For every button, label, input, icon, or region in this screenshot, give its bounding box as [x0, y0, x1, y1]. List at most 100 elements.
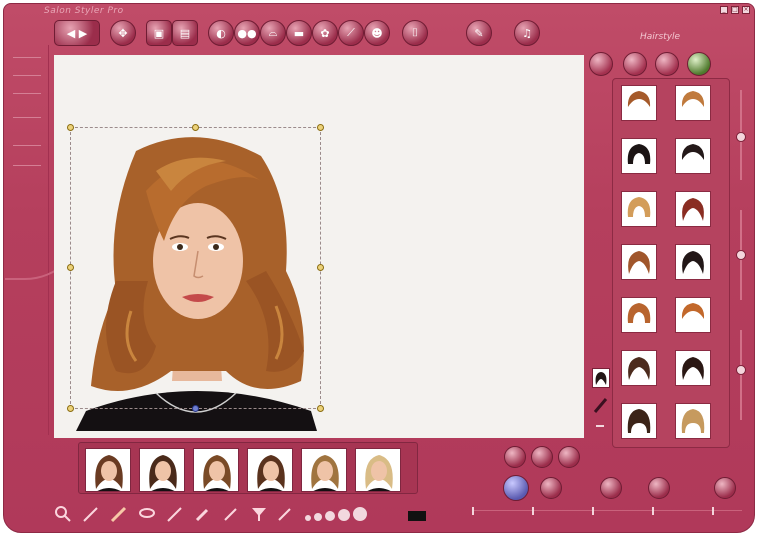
history-thumbnail[interactable]	[355, 448, 401, 492]
hair-style-category-button[interactable]	[623, 52, 647, 76]
hair-brush-icon[interactable]	[192, 503, 214, 525]
close-button[interactable]: ×	[742, 6, 750, 14]
ruler-tick	[592, 507, 594, 515]
history-thumbnail[interactable]	[85, 448, 131, 492]
mini-hair-icon	[595, 372, 607, 385]
ruler-tick	[472, 507, 474, 515]
slider-knob[interactable]	[736, 132, 746, 142]
hairstyle-thumbnail[interactable]	[621, 403, 657, 439]
lasso-icon[interactable]	[136, 503, 158, 525]
rail-divider	[13, 93, 41, 94]
resize-handle[interactable]	[317, 405, 324, 412]
resize-handle[interactable]	[67, 264, 74, 271]
rotate-handle[interactable]	[192, 405, 199, 412]
comb-icon[interactable]	[164, 503, 186, 525]
hair-swatch-icon	[628, 251, 650, 274]
hair-swatch-icon	[627, 303, 651, 323]
pen-icon[interactable]	[80, 503, 102, 525]
cosmetics-button[interactable]: ⌷	[402, 20, 428, 46]
face-category-button[interactable]: ☻	[364, 20, 390, 46]
resize-handle[interactable]	[67, 124, 74, 131]
hair-category-button[interactable]: ◐	[208, 20, 234, 46]
hair-swatch-icon	[681, 91, 705, 107]
hairstyle-thumbnail[interactable]	[621, 138, 657, 174]
hat-category-button[interactable]: ⌓	[260, 20, 286, 46]
brush-category-button[interactable]: ⟋	[338, 20, 364, 46]
palette-icon: ✿	[320, 26, 330, 40]
bottom-toolbar	[52, 503, 426, 529]
rail-divider	[13, 165, 41, 166]
pencil-tool-button[interactable]: ✎	[466, 20, 492, 46]
check-button[interactable]	[504, 446, 526, 468]
hairstyle-thumbnail[interactable]	[621, 350, 657, 386]
wand-icon[interactable]	[274, 503, 296, 525]
refresh-button[interactable]	[558, 446, 580, 468]
portrait-mini-icon	[311, 455, 339, 491]
rotate-tool-button[interactable]	[503, 475, 529, 501]
hat-icon: ⌓	[268, 26, 278, 39]
resize-handle[interactable]	[317, 124, 324, 131]
makeup-category-button[interactable]: ▬	[286, 20, 312, 46]
music-button[interactable]: ♫	[514, 20, 540, 46]
resize-handle[interactable]	[317, 264, 324, 271]
funnel-icon[interactable]	[248, 503, 270, 525]
zoom-sliders	[736, 80, 746, 500]
history-thumbnail[interactable]	[193, 448, 239, 492]
hair-swatch-icon	[682, 198, 704, 221]
history-thumbnail[interactable]	[139, 448, 185, 492]
hairstyle-thumbnail[interactable]	[675, 85, 711, 121]
sunglasses-icon: ●●	[237, 26, 257, 40]
hairstyle-thumbnail[interactable]	[675, 191, 711, 227]
hairstyle-thumbnail[interactable]	[621, 85, 657, 121]
lips-category-button[interactable]	[589, 52, 613, 76]
hairstyle-thumbnail[interactable]	[621, 244, 657, 280]
image-tool-button[interactable]: ▣	[146, 20, 172, 46]
hair-swatch-icon	[681, 144, 705, 160]
hairstyle-grid	[621, 85, 711, 439]
color-swatch[interactable]	[408, 511, 426, 521]
minimize-button[interactable]: _	[720, 6, 728, 14]
app-window: Salon Styler Pro _ □ × Hairstyle ◀ ▶ ✥ ▣…	[0, 0, 758, 536]
hair-swatch-icon	[682, 357, 704, 380]
hairstyle-thumbnail[interactable]	[675, 403, 711, 439]
pencil-icon[interactable]	[592, 395, 610, 415]
hairstyle-thumbnail[interactable]	[621, 297, 657, 333]
hair-swatch-icon	[627, 144, 651, 164]
history-thumbnail[interactable]	[301, 448, 347, 492]
cosmetic-bottle-icon: ⌷	[411, 26, 419, 39]
paint-button[interactable]	[600, 477, 622, 499]
cut-button[interactable]	[531, 446, 553, 468]
hairstyle-thumbnail[interactable]	[675, 244, 711, 280]
slider-knob[interactable]	[736, 250, 746, 260]
dropper-icon[interactable]	[220, 503, 242, 525]
ruler-tick	[712, 507, 714, 515]
accessory-category-button[interactable]	[687, 52, 711, 76]
resize-handle[interactable]	[192, 124, 199, 131]
eyewear-category-button[interactable]: ●●	[234, 20, 260, 46]
resize-handle[interactable]	[67, 405, 74, 412]
rail-divider	[13, 57, 41, 58]
back-forward-button[interactable]: ◀ ▶	[54, 20, 100, 46]
audio-button[interactable]	[648, 477, 670, 499]
slider-knob[interactable]	[736, 365, 746, 375]
hair-swatch-icon	[627, 197, 651, 217]
hairstyle-thumbnail[interactable]	[675, 138, 711, 174]
history-thumbnail[interactable]	[247, 448, 293, 492]
rail-divider	[13, 117, 41, 118]
save-button[interactable]	[540, 477, 562, 499]
selected-style-chip[interactable]	[592, 368, 610, 388]
maximize-button[interactable]: □	[731, 6, 739, 14]
clipboard-tool-button[interactable]: ▤	[172, 20, 198, 46]
color-category-button[interactable]: ✿	[312, 20, 338, 46]
hairstyle-thumbnail[interactable]	[621, 191, 657, 227]
more-button[interactable]	[714, 477, 736, 499]
hairstyle-thumbnail[interactable]	[675, 297, 711, 333]
hairstyle-thumbnail[interactable]	[675, 350, 711, 386]
brush-icon[interactable]	[108, 503, 130, 525]
hair-color-category-button[interactable]	[655, 52, 679, 76]
music-note-icon: ♫	[522, 26, 532, 40]
size-presets[interactable]	[302, 503, 372, 525]
move-tool-button[interactable]: ✥	[110, 20, 136, 46]
magnifier-icon[interactable]	[52, 503, 74, 525]
selection-bounding-box[interactable]	[70, 127, 321, 409]
